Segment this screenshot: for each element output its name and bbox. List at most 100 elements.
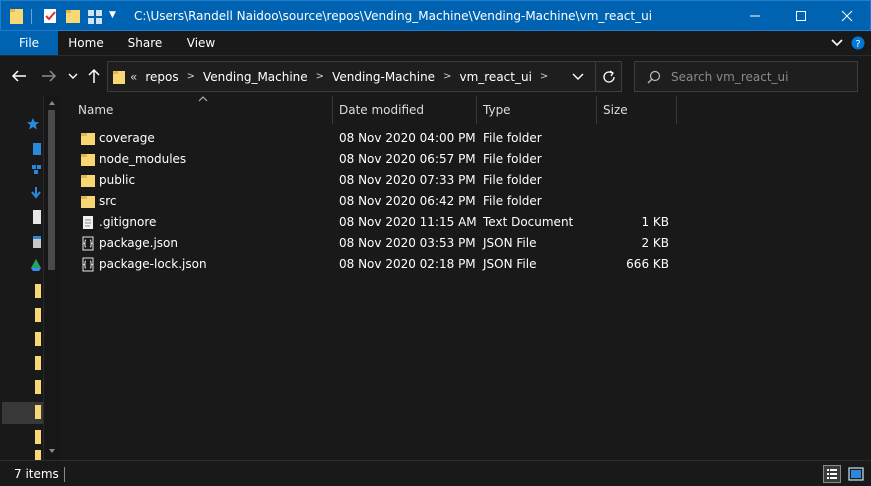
new-folder-icon[interactable] <box>65 7 81 25</box>
title-bar: ▼ C:\Users\Randell Naidoo\source\repos\V… <box>0 0 871 31</box>
close-icon <box>841 10 853 22</box>
maximize-icon <box>796 11 806 21</box>
tab-file[interactable]: File <box>0 31 58 55</box>
chevron-right-icon[interactable]: > <box>316 71 324 82</box>
file-row[interactable]: public 08 Nov 2020 07:33 PM File folder <box>78 170 678 191</box>
folder-icon[interactable] <box>35 308 41 322</box>
column-divider[interactable] <box>332 96 333 124</box>
details-view-button[interactable] <box>823 465 841 483</box>
forward-arrow-icon <box>42 70 57 82</box>
file-row[interactable]: .gitignore 08 Nov 2020 11:15 AM Text Docum… <box>78 212 678 233</box>
view-grid-icon[interactable] <box>87 7 103 25</box>
file-list: Name Date modified Type Size coverage 08 … <box>60 96 871 460</box>
chevron-right-icon[interactable]: > <box>187 71 195 82</box>
column-header-date-modified[interactable]: Date modified <box>339 96 479 124</box>
pictures-icon[interactable] <box>33 236 41 248</box>
breadcrumb-overflow[interactable]: « <box>130 70 137 84</box>
tab-home[interactable]: Home <box>58 31 114 55</box>
file-name[interactable]: coverage <box>99 128 155 149</box>
file-row[interactable]: package.json 08 Nov 2020 03:53 PM JSON Fil… <box>78 233 678 254</box>
maximize-button[interactable] <box>778 1 824 31</box>
scroll-up-icon[interactable] <box>48 100 56 106</box>
separator <box>64 467 65 482</box>
downloads-icon[interactable] <box>31 186 41 200</box>
back-button[interactable] <box>8 65 30 87</box>
file-size: 666 KB <box>626 257 669 271</box>
ribbon-tabs: File Home Share View ? <box>0 31 871 56</box>
address-bar[interactable]: « repos > Vending_Machine > Vending-Mach… <box>107 61 622 92</box>
recent-locations-button[interactable] <box>62 65 84 87</box>
folder-icon[interactable] <box>35 450 41 460</box>
file-name[interactable]: package.json <box>99 233 178 254</box>
documents-icon[interactable] <box>33 210 41 224</box>
search-input[interactable] <box>671 68 851 86</box>
address-dropdown-icon[interactable] <box>572 73 584 81</box>
navigation-bar: « repos > Vending_Machine > Vending-Mach… <box>0 56 871 96</box>
column-divider[interactable] <box>596 96 597 124</box>
breadcrumb-item-repos[interactable]: repos <box>145 70 178 84</box>
file-name[interactable]: src <box>99 191 117 212</box>
folder-icon[interactable] <box>9 7 25 25</box>
minimize-button[interactable] <box>732 1 778 31</box>
file-row[interactable]: coverage 08 Nov 2020 04:00 PM File folder <box>78 128 678 149</box>
file-name[interactable]: package-lock.json <box>99 254 207 275</box>
file-name[interactable]: public <box>99 170 135 191</box>
file-type: File folder <box>483 173 542 187</box>
dropbox-icon[interactable] <box>31 164 41 176</box>
file-type: File folder <box>483 194 542 208</box>
chevron-right-icon[interactable]: > <box>540 71 548 82</box>
forward-button[interactable] <box>38 65 60 87</box>
item-count: 7 items <box>14 467 59 481</box>
column-header-name[interactable]: Name <box>78 96 328 124</box>
column-header-type[interactable]: Type <box>483 96 593 124</box>
breadcrumb-item-vending-machine[interactable]: Vending_Machine <box>203 70 308 84</box>
breadcrumb-item-vm-react-ui[interactable]: vm_react_ui <box>459 70 531 84</box>
large-icons-view-button[interactable] <box>847 465 865 483</box>
properties-icon[interactable] <box>42 7 58 25</box>
minimize-icon <box>750 15 760 17</box>
window-title: C:\Users\Randell Naidoo\source\repos\Ven… <box>134 9 653 23</box>
google-drive-icon[interactable] <box>31 258 41 272</box>
tab-share[interactable]: Share <box>118 31 172 55</box>
close-button[interactable] <box>824 1 870 31</box>
separator <box>31 9 32 24</box>
folder-icon[interactable] <box>35 332 41 346</box>
file-date-modified: 08 Nov 2020 06:42 PM <box>339 194 476 208</box>
file-size: 1 KB <box>641 215 669 229</box>
file-date-modified: 08 Nov 2020 11:15 AM <box>339 215 477 229</box>
file-row[interactable]: src 08 Nov 2020 06:42 PM File folder <box>78 191 678 212</box>
chevron-right-icon[interactable]: > <box>443 71 451 82</box>
scrollbar-thumb[interactable] <box>48 110 55 270</box>
folder-icon[interactable] <box>35 405 41 419</box>
column-divider[interactable] <box>676 96 677 124</box>
folder-icon[interactable] <box>35 430 41 444</box>
file-row[interactable]: node_modules 08 Nov 2020 06:57 PM File fol… <box>78 149 678 170</box>
file-size <box>603 149 669 170</box>
file-date-modified: 08 Nov 2020 06:57 PM <box>339 152 476 166</box>
file-type: JSON File <box>483 257 537 271</box>
help-icon[interactable]: ? <box>851 36 865 50</box>
tab-view[interactable]: View <box>176 31 226 55</box>
file-row[interactable]: package-lock.json 08 Nov 2020 02:18 PM JSO… <box>78 254 678 275</box>
file-type: JSON File <box>483 236 537 250</box>
expand-ribbon-icon[interactable] <box>831 38 843 48</box>
search-box[interactable] <box>634 61 858 92</box>
desktop-icon[interactable] <box>33 143 41 155</box>
up-button[interactable] <box>83 65 105 87</box>
navigation-pane <box>0 96 43 460</box>
file-name[interactable]: .gitignore <box>99 212 156 233</box>
file-type: File folder <box>483 152 542 166</box>
file-date-modified: 08 Nov 2020 04:00 PM <box>339 131 476 145</box>
quick-access-star-icon[interactable] <box>26 117 40 131</box>
folder-icon[interactable] <box>35 380 41 394</box>
file-name[interactable]: node_modules <box>99 149 186 170</box>
scroll-down-icon[interactable] <box>48 448 56 454</box>
quick-access-dropdown-icon[interactable]: ▼ <box>109 10 116 20</box>
navigation-pane-scrollbar[interactable] <box>43 96 60 460</box>
folder-icon[interactable] <box>35 356 41 370</box>
breadcrumb-item-vending-machine-repo[interactable]: Vending-Machine <box>332 70 435 84</box>
column-header-size[interactable]: Size <box>603 96 673 124</box>
folder-icon[interactable] <box>35 284 41 298</box>
refresh-icon[interactable] <box>601 69 617 85</box>
column-divider[interactable] <box>476 96 477 124</box>
